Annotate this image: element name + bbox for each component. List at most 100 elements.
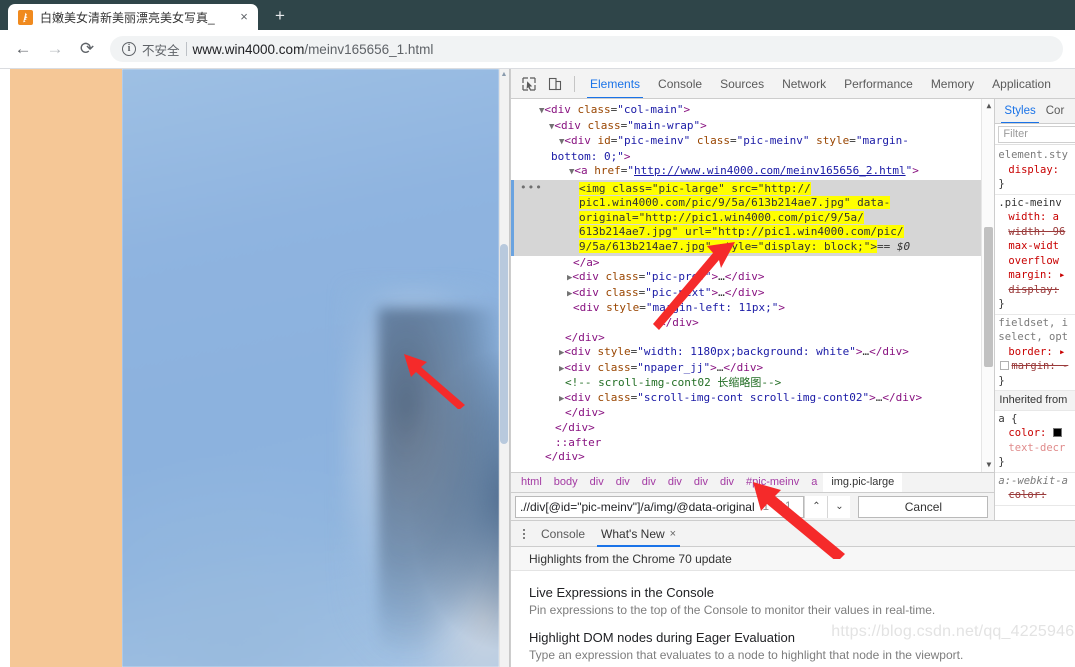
tab-performance[interactable]: Performance <box>835 69 922 98</box>
style-property-overridden[interactable]: width: 96 <box>998 225 1075 240</box>
style-rule-inherited[interactable]: a { color: text-decr } <box>995 411 1075 473</box>
kebab-menu-icon[interactable] <box>515 528 533 539</box>
tab-console[interactable]: Console <box>649 69 711 98</box>
search-prev-button[interactable]: ⌃ <box>804 495 828 518</box>
breadcrumb-item-img[interactable]: img.pic-large <box>823 473 903 492</box>
dom-line-anchor[interactable]: ▼<a href="http://www.win4000.com/meinv16… <box>511 164 994 180</box>
whats-new-item-desc: Type an expression that evaluates to a n… <box>529 648 964 662</box>
color-swatch[interactable] <box>1052 428 1062 437</box>
breadcrumb-item-a[interactable]: a <box>805 473 823 492</box>
dom-tree[interactable]: ▼<div class="col-main"><div class="col-m… <box>511 99 995 472</box>
styles-filter-input[interactable]: Filter <box>998 125 1075 143</box>
inspect-element-icon[interactable] <box>516 71 542 97</box>
drawer-tab-console[interactable]: Console <box>533 521 593 547</box>
node-ellipsis[interactable]: ••• <box>517 181 543 194</box>
browser-tab[interactable]: 白嫩美女清新美丽漂亮美女写真_ × <box>8 4 258 30</box>
close-icon[interactable]: × <box>236 9 252 25</box>
dom-line[interactable]: ▼<div class="col-main"><div class="col-m… <box>511 103 994 119</box>
style-property[interactable]: border: ▸ <box>998 345 1075 360</box>
dom-comment-line[interactable]: <!-- scroll-img-cont02 长缩略图--> <box>511 376 994 391</box>
scrollbar-thumb[interactable] <box>984 227 994 367</box>
address-bar[interactable]: i 不安全 www.win4000.com/meinv165656_1.html <box>110 36 1063 62</box>
tab-network[interactable]: Network <box>773 69 835 98</box>
dom-line[interactable]: ▶<div class="npaper_jj">…</div><div clas… <box>511 361 994 377</box>
dom-line[interactable]: ▶<div class="scroll-img-cont scroll-img-… <box>511 391 994 407</box>
style-rule-inherited[interactable]: a:-webkit-a color: <box>995 473 1075 506</box>
close-icon[interactable]: × <box>670 528 676 540</box>
style-property[interactable]: width: a <box>998 210 1075 225</box>
dom-line[interactable]: </div> <box>511 316 994 331</box>
style-property-text: margin: - <box>1011 360 1069 372</box>
breadcrumb-item-body[interactable]: body <box>548 473 584 492</box>
styles-rules-list[interactable]: element.sty display: } .pic-meinv width:… <box>995 145 1075 520</box>
style-rule[interactable]: element.sty display: } <box>995 147 1075 195</box>
selected-node-ref: == $0 <box>877 239 911 253</box>
dom-line[interactable]: ▶<div class="pic-prev">…</div><div class… <box>511 270 994 286</box>
dom-line[interactable]: ▶<div style="width: 1180px;background: w… <box>511 345 994 361</box>
anchor-href-link[interactable]: http://www.win4000.com/meinv165656_2.htm… <box>634 164 906 177</box>
site-info-icon[interactable]: i <box>122 42 136 56</box>
dom-line[interactable]: </a> <box>511 256 994 271</box>
style-property[interactable]: text-decr <box>998 441 1075 456</box>
new-tab-button[interactable]: + <box>266 3 294 29</box>
url-text: www.win4000.com/meinv165656_1.html <box>193 42 434 57</box>
drawer-tab-whats-new[interactable]: What's New × <box>593 521 684 547</box>
dom-tree-scrollbar[interactable]: ▲ ▼ <box>981 99 995 472</box>
style-property-overridden[interactable]: color: <box>998 488 1075 503</box>
tab-memory[interactable]: Memory <box>922 69 983 98</box>
dom-line[interactable]: ▶<div class="pic-next">…</div><div class… <box>511 286 994 302</box>
style-property-overridden[interactable]: display: <box>998 283 1075 298</box>
breadcrumb-item-div[interactable]: div <box>714 473 740 492</box>
search-input[interactable]: .//div[@id="pic-meinv"]/a/img/@data-orig… <box>515 495 805 518</box>
style-rule[interactable]: fieldset, i select, opt border: ▸ margin… <box>995 315 1075 391</box>
page-scrollbar[interactable]: ▲ <box>499 69 509 667</box>
tab-elements[interactable]: Elements <box>581 69 649 98</box>
style-property[interactable]: color: <box>998 426 1075 441</box>
style-selector: a:-webkit-a <box>998 474 1068 487</box>
dom-pseudo-line[interactable]: ::after <box>511 436 994 451</box>
style-property[interactable]: margin: ▸ <box>998 268 1075 283</box>
breadcrumb-item-pic-meinv[interactable]: #pic-meinv <box>740 473 805 492</box>
scroll-up-icon[interactable]: ▲ <box>499 71 509 79</box>
tab-styles[interactable]: Styles <box>999 99 1040 123</box>
page-photo[interactable] <box>122 69 499 667</box>
style-property-overridden[interactable]: margin: - <box>998 359 1075 374</box>
scroll-up-icon[interactable]: ▲ <box>982 100 994 112</box>
dom-line[interactable]: ▼<div class="main-wrap"><div class="main… <box>511 119 994 135</box>
dom-line[interactable]: </div> <box>511 406 994 421</box>
browser-window: 白嫩美女清新美丽漂亮美女写真_ × + ← → ⟳ i 不安全 www.win4… <box>0 0 1075 667</box>
tab-application[interactable]: Application <box>983 69 1060 98</box>
breadcrumb-item-div[interactable]: div <box>610 473 636 492</box>
forward-button[interactable]: → <box>40 34 70 64</box>
scroll-down-icon[interactable]: ▼ <box>982 459 994 471</box>
dom-line[interactable]: </div> <box>511 331 994 346</box>
search-match-count: 1 of 1 <box>762 500 792 513</box>
styles-tabbar: Styles Cor <box>995 99 1075 124</box>
search-next-button[interactable]: ⌄ <box>827 495 851 518</box>
breadcrumb-item-div[interactable]: div <box>636 473 662 492</box>
drawer-tabbar: Console What's New × <box>511 521 1075 547</box>
cancel-button[interactable]: Cancel <box>858 495 989 518</box>
tab-computed[interactable]: Cor <box>1041 99 1070 123</box>
reload-button[interactable]: ⟳ <box>72 34 102 64</box>
dom-line[interactable]: ▼<div id="pic-meinv" class="pic-meinv" s… <box>511 134 994 164</box>
breadcrumb-item-div[interactable]: div <box>662 473 688 492</box>
breadcrumb-item-div[interactable]: div <box>584 473 610 492</box>
style-property[interactable]: max-widt <box>998 239 1075 254</box>
back-button[interactable]: ← <box>8 34 38 64</box>
scrollbar-thumb[interactable] <box>500 244 508 444</box>
style-enable-checkbox[interactable] <box>1000 361 1010 370</box>
device-toolbar-icon[interactable] <box>542 71 568 97</box>
breadcrumb-item-div[interactable]: div <box>688 473 714 492</box>
dom-line[interactable]: </div> <box>511 421 994 436</box>
breadcrumb-item-html[interactable]: html <box>515 473 548 492</box>
whats-new-item-title[interactable]: Live Expressions in the Console <box>529 585 1075 600</box>
selected-node-line: 9/5a/613b214ae7.jpg" style="display: blo… <box>579 239 878 253</box>
dom-line[interactable]: <div style="margin-left: 11px;"><div sty… <box>511 301 994 316</box>
tab-sources[interactable]: Sources <box>711 69 773 98</box>
style-rule[interactable]: .pic-meinv width: a width: 96 max-widt o… <box>995 195 1075 315</box>
style-property[interactable]: display: <box>998 163 1075 178</box>
style-property[interactable]: overflow <box>998 254 1075 269</box>
dom-line[interactable]: </div> <box>511 450 994 465</box>
selected-dom-node[interactable]: ••• <img class="pic-large" src="http:// … <box>511 179 995 256</box>
